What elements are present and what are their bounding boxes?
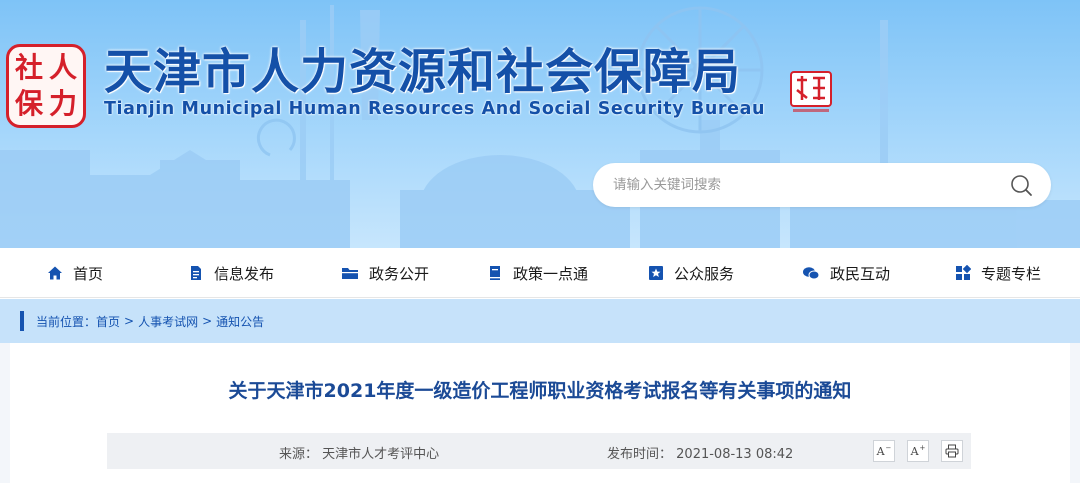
breadcrumb-link-notices[interactable]: 通知公告	[216, 313, 264, 330]
logo-char: 人	[48, 51, 77, 84]
print-button[interactable]	[941, 440, 963, 462]
header-banner: 社 人 保 力 天津市人力资源和社会保障局 Tianjin Municipal …	[0, 0, 1080, 248]
grid-icon	[956, 265, 971, 280]
breadcrumb-prefix: 当前位置：	[36, 314, 97, 329]
nav-item-label: 政民互动	[830, 264, 891, 283]
nav-item-policy[interactable]: 政策一点通	[487, 248, 588, 298]
nav-item-label: 首页	[73, 264, 104, 283]
breadcrumb-band: 当前位置： 首页 > 人事考试网 > 通知公告	[0, 299, 1080, 343]
city-skyline-illustration	[0, 5, 1080, 248]
search-button[interactable]	[1005, 169, 1037, 201]
breadcrumb-separator: >	[202, 314, 213, 328]
article-meta-bar	[107, 433, 971, 469]
article-title: 关于天津市2021年度一级造价工程师职业资格考试报名等有关事项的通知	[228, 380, 852, 402]
nav-item-home[interactable]: 首页	[47, 248, 103, 298]
source-label: 来源：	[279, 447, 319, 462]
home-icon	[48, 266, 62, 280]
font-decrease-label: A	[876, 444, 885, 458]
folder-icon	[342, 268, 358, 279]
logo-char: 力	[48, 87, 77, 120]
main-nav: 首页 信息发布 政务公开 政策一点通 公众服务 政民互动 专题专栏	[0, 248, 1080, 298]
breadcrumb-link-home[interactable]: 首页	[96, 313, 120, 330]
nav-item-interaction[interactable]: 政民互动	[802, 248, 890, 298]
plus-icon: +	[919, 444, 926, 452]
article-date: 发布时间： 2021-08-13 08:42	[607, 443, 793, 462]
breadcrumb: 当前位置： 首页 > 人事考试网 > 通知公告	[36, 311, 264, 331]
tianjin-emblem-icon	[790, 71, 832, 112]
date-value: 2021-08-13 08:42	[676, 447, 794, 462]
minus-icon: −	[885, 444, 892, 452]
nav-item-label: 政务公开	[369, 264, 430, 283]
font-increase-label: A	[910, 444, 919, 458]
logo-char: 社	[14, 51, 43, 84]
logo-char: 保	[14, 87, 43, 120]
nav-item-special-topics[interactable]: 专题专栏	[955, 248, 1041, 298]
nav-item-info-release[interactable]: 信息发布	[188, 248, 274, 298]
nav-item-label: 政策一点通	[513, 264, 589, 283]
site-subtitle: Tianjin Municipal Human Resources And So…	[104, 99, 766, 119]
bureau-logo-seal: 社 人 保 力	[6, 44, 86, 128]
site-title: 天津市人力资源和社会保障局	[104, 44, 742, 100]
breadcrumb-separator: >	[124, 314, 135, 328]
nav-item-label: 信息发布	[214, 264, 275, 283]
breadcrumb-marker	[20, 311, 24, 331]
nav-item-public-service[interactable]: 公众服务	[648, 248, 734, 298]
book-icon	[490, 266, 500, 280]
search-box	[593, 163, 1051, 207]
date-label: 发布时间：	[607, 447, 673, 462]
document-icon	[191, 266, 201, 280]
print-icon	[945, 444, 959, 458]
breadcrumb-link-exam-site[interactable]: 人事考试网	[138, 313, 198, 330]
font-decrease-button[interactable]: A −	[873, 440, 895, 462]
search-icon	[1011, 175, 1032, 196]
nav-item-label: 专题专栏	[981, 264, 1042, 283]
chat-icon	[803, 267, 820, 280]
font-increase-button[interactable]: A +	[907, 440, 929, 462]
search-input[interactable]	[593, 163, 993, 207]
source-value: 天津市人才考评中心	[322, 447, 440, 462]
nav-item-label: 公众服务	[674, 264, 735, 283]
star-badge-icon	[649, 266, 663, 280]
nav-item-gov-affairs[interactable]: 政务公开	[341, 248, 429, 298]
article-source: 来源： 天津市人才考评中心	[279, 443, 439, 462]
